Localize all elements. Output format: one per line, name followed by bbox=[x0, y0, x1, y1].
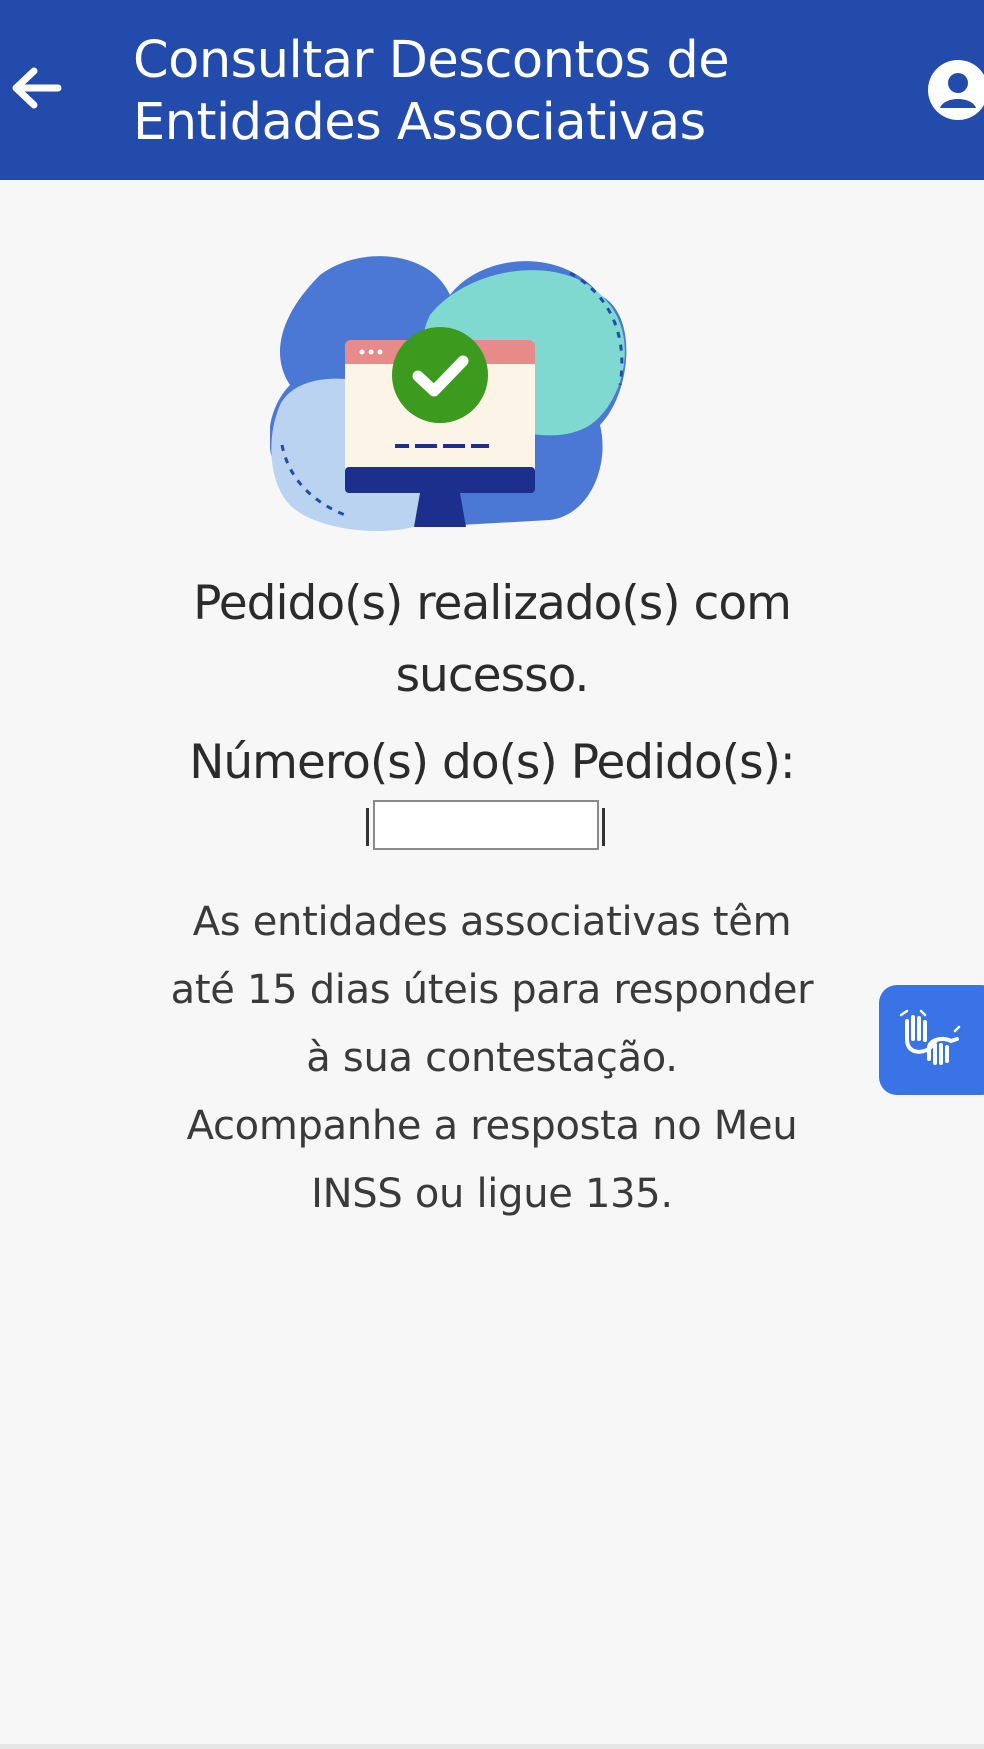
info-line-1: As entidades associativas têm bbox=[192, 899, 792, 945]
success-message: Pedido(s) realizado(s) com sucesso. bbox=[120, 568, 864, 712]
info-line-2: até 15 dias úteis para responder bbox=[170, 967, 814, 1013]
info-message: As entidades associativas têm até 15 dia… bbox=[110, 888, 874, 1228]
checkmark-icon bbox=[392, 327, 488, 423]
order-number-label: Número(s) do(s) Pedido(s): bbox=[189, 735, 796, 790]
app-screen: Consultar Descontos de Entidades Associa… bbox=[0, 0, 984, 1749]
info-line-5: INSS ou ligue 135. bbox=[311, 1171, 673, 1217]
info-line-3: à sua contestação. bbox=[306, 1035, 678, 1081]
order-number-redacted bbox=[373, 800, 599, 850]
success-line-2: sucesso. bbox=[395, 648, 590, 703]
account-button[interactable] bbox=[926, 58, 984, 126]
page-title: Consultar Descontos de Entidades Associa… bbox=[133, 30, 773, 154]
bottom-divider bbox=[0, 1744, 984, 1749]
sign-language-hands-icon bbox=[899, 1009, 961, 1065]
libras-accessibility-button[interactable] bbox=[879, 985, 984, 1095]
back-button[interactable] bbox=[6, 58, 66, 118]
arrow-left-icon bbox=[12, 67, 62, 109]
app-header: Consultar Descontos de Entidades Associa… bbox=[0, 0, 984, 180]
order-number-edge-right bbox=[602, 808, 605, 846]
page-title-line-1: Consultar Descontos de bbox=[133, 31, 730, 90]
info-line-4: Acompanhe a resposta no Meu bbox=[186, 1103, 798, 1149]
monitor-checkmark-illustration bbox=[270, 256, 627, 532]
user-circle-icon bbox=[928, 60, 984, 120]
success-line-1: Pedido(s) realizado(s) com bbox=[193, 576, 792, 631]
order-number-edge-left bbox=[366, 808, 369, 846]
page-title-line-2: Entidades Associativas bbox=[133, 93, 706, 152]
